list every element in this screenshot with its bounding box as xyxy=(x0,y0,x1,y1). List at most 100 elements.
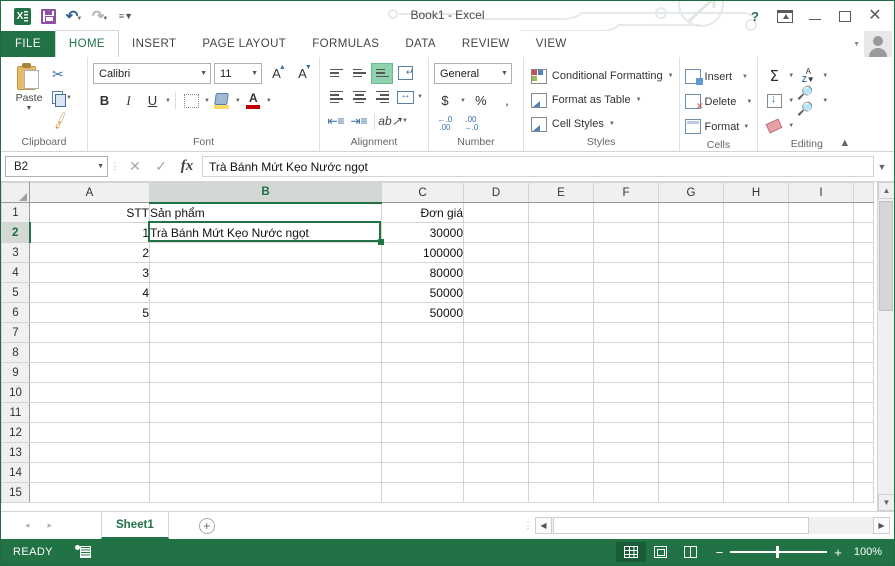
chevron-down-icon[interactable]: ▼ xyxy=(26,105,33,112)
insert-cells-button[interactable]: Insert ▼ xyxy=(685,64,753,89)
cell-H1[interactable] xyxy=(724,203,789,223)
cell-A4[interactable]: 3 xyxy=(30,263,150,283)
cell-H3[interactable] xyxy=(724,243,789,263)
cell-I10[interactable] xyxy=(789,383,854,403)
column-header-j[interactable] xyxy=(854,183,874,203)
format-painter-button[interactable]: 🖌 xyxy=(52,110,82,131)
cut-button[interactable]: ✂ xyxy=(52,64,82,85)
vertical-scroll-thumb[interactable] xyxy=(879,201,893,311)
row-header-15[interactable]: 15 xyxy=(2,483,30,503)
cell-I3[interactable] xyxy=(789,243,854,263)
row-header-14[interactable]: 14 xyxy=(2,463,30,483)
zoom-level[interactable]: 100% xyxy=(854,546,882,558)
cell-F11[interactable] xyxy=(594,403,659,423)
chevron-down-icon[interactable]: ▼ xyxy=(501,70,508,77)
align-center-button[interactable] xyxy=(348,87,370,108)
cell-G14[interactable] xyxy=(659,463,724,483)
cell-D2[interactable] xyxy=(464,223,529,243)
cell-E14[interactable] xyxy=(529,463,594,483)
cell-I6[interactable] xyxy=(789,303,854,323)
horizontal-scrollbar[interactable]: ◀ ▶ xyxy=(535,517,890,534)
cell-C13[interactable] xyxy=(382,443,464,463)
cell-x8[interactable] xyxy=(854,343,874,363)
cell-C15[interactable] xyxy=(382,483,464,503)
chevron-down-icon[interactable]: ▼ xyxy=(636,97,642,103)
cell-C1[interactable]: Đơn giá xyxy=(382,203,464,223)
cancel-formula-button[interactable]: ✕ xyxy=(122,156,148,178)
font-name-input[interactable]: Calibri ▼ xyxy=(93,63,211,84)
increase-indent-button[interactable]: ⇥≡ xyxy=(348,111,370,132)
percent-format-button[interactable]: % xyxy=(470,90,492,111)
cell-C8[interactable] xyxy=(382,343,464,363)
underline-button[interactable]: U xyxy=(141,90,164,112)
cell-E2[interactable] xyxy=(529,223,594,243)
column-header-d[interactable]: D xyxy=(464,183,529,203)
chevron-down-icon[interactable]: ▼ xyxy=(743,124,749,130)
cell-G1[interactable] xyxy=(659,203,724,223)
previous-sheet-icon[interactable]: ◂ xyxy=(25,520,30,531)
cell-D6[interactable] xyxy=(464,303,529,323)
cell-B14[interactable] xyxy=(150,463,382,483)
cell-G7[interactable] xyxy=(659,323,724,343)
cell-x10[interactable] xyxy=(854,383,874,403)
cell-G11[interactable] xyxy=(659,403,724,423)
cell-F10[interactable] xyxy=(594,383,659,403)
format-cells-button[interactable]: Format ▼ xyxy=(685,114,753,139)
tab-file[interactable]: FILE xyxy=(1,31,55,57)
cell-B10[interactable] xyxy=(150,383,382,403)
help-icon[interactable]: ? xyxy=(740,3,770,29)
cell-H10[interactable] xyxy=(724,383,789,403)
cell-x15[interactable] xyxy=(854,483,874,503)
cell-F13[interactable] xyxy=(594,443,659,463)
cell-A10[interactable] xyxy=(30,383,150,403)
chevron-down-icon[interactable]: ▼ xyxy=(746,99,752,105)
chevron-down-icon[interactable]: ▼ xyxy=(204,98,210,104)
row-header-2[interactable]: 2 xyxy=(2,223,30,243)
cell-A2[interactable]: 1 xyxy=(30,223,150,243)
cell-H15[interactable] xyxy=(724,483,789,503)
cell-E15[interactable] xyxy=(529,483,594,503)
column-header-c[interactable]: C xyxy=(382,183,464,203)
cell-I12[interactable] xyxy=(789,423,854,443)
row-header-8[interactable]: 8 xyxy=(2,343,30,363)
format-as-table-button[interactable]: Format as Table ▼ xyxy=(529,88,674,112)
cell-I9[interactable] xyxy=(789,363,854,383)
cell-D15[interactable] xyxy=(464,483,529,503)
cell-B9[interactable] xyxy=(150,363,382,383)
cell-x7[interactable] xyxy=(854,323,874,343)
cell-D5[interactable] xyxy=(464,283,529,303)
cell-H8[interactable] xyxy=(724,343,789,363)
record-macro-icon[interactable] xyxy=(75,545,91,559)
cell-A8[interactable] xyxy=(30,343,150,363)
tab-home[interactable]: HOME xyxy=(55,30,119,57)
clear-button[interactable] xyxy=(763,116,785,137)
cell-H12[interactable] xyxy=(724,423,789,443)
cell-C14[interactable] xyxy=(382,463,464,483)
undo-icon[interactable]: ↶▼ xyxy=(61,4,87,28)
chevron-down-icon[interactable]: ▼ xyxy=(788,98,794,104)
column-header-a[interactable]: A xyxy=(30,183,150,203)
comma-format-button[interactable]: , xyxy=(496,90,518,111)
cell-E6[interactable] xyxy=(529,303,594,323)
column-header-g[interactable]: G xyxy=(659,183,724,203)
cell-C7[interactable] xyxy=(382,323,464,343)
page-break-view-button[interactable] xyxy=(676,542,706,562)
cell-H6[interactable] xyxy=(724,303,789,323)
horizontal-scroll-thumb[interactable] xyxy=(553,517,809,534)
scroll-down-icon[interactable]: ▼ xyxy=(878,494,894,511)
cell-A6[interactable]: 5 xyxy=(30,303,150,323)
scroll-right-icon[interactable]: ▶ xyxy=(873,517,890,534)
number-format-select[interactable]: General ▼ xyxy=(434,63,512,84)
chevron-down-icon[interactable]: ▼ xyxy=(402,118,408,124)
cell-D8[interactable] xyxy=(464,343,529,363)
row-header-3[interactable]: 3 xyxy=(2,243,30,263)
cell-D7[interactable] xyxy=(464,323,529,343)
cell-E13[interactable] xyxy=(529,443,594,463)
tab-formulas[interactable]: FORMULAS xyxy=(299,31,392,57)
cell-D3[interactable] xyxy=(464,243,529,263)
cell-A11[interactable] xyxy=(30,403,150,423)
decrease-font-size-button[interactable]: A▼ xyxy=(291,63,314,85)
cell-A9[interactable] xyxy=(30,363,150,383)
cell-B2[interactable]: Trà Bánh Mứt Kẹo Nước ngọt xyxy=(150,223,382,243)
cell-A15[interactable] xyxy=(30,483,150,503)
